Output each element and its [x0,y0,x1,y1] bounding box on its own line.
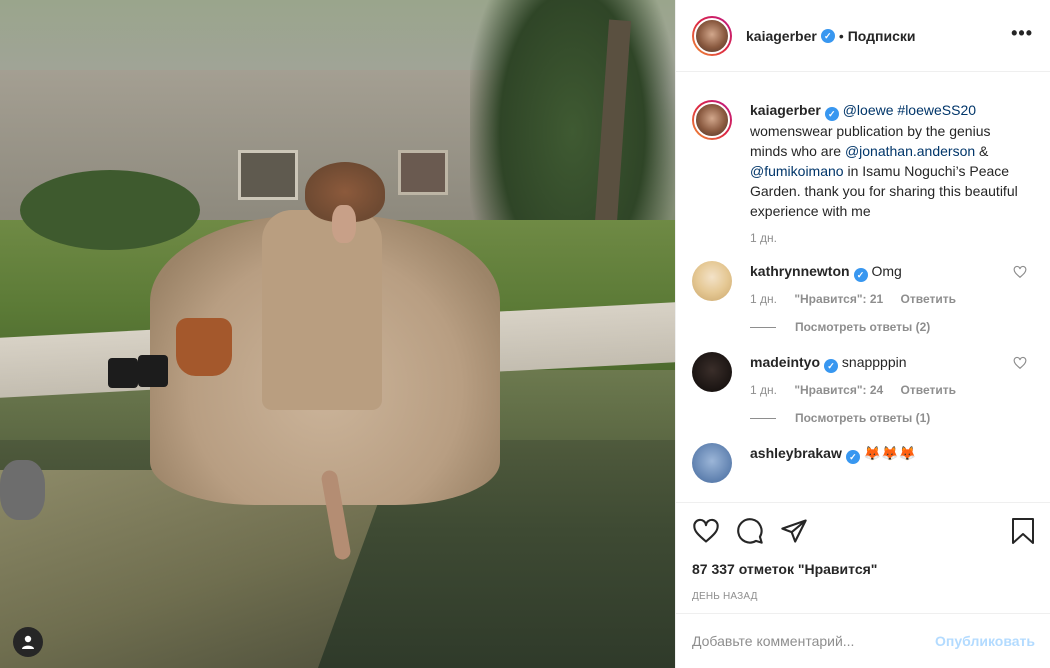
avatar[interactable] [692,261,732,301]
heart-icon[interactable] [692,517,720,545]
photo-rock [0,460,45,520]
comment-username[interactable]: kathrynnewton [750,263,850,279]
post-actions: 87 337 отметок "Нравится" ДЕНЬ НАЗАД [676,502,1050,617]
photo-shoe [108,358,138,388]
comment-text: madeintyo ✓ snappppin [750,352,1020,373]
view-replies-label: Посмотреть ответы (2) [795,320,931,334]
verified-icon: ✓ [853,268,868,282]
mention-link[interactable]: @fumikoimano [750,163,844,179]
share-icon[interactable] [780,517,808,545]
caption-meta: 1 дн. [750,231,1020,245]
comment-meta: 1 дн. "Нравится": 24 Ответить [750,383,1020,397]
post-photo[interactable] [0,0,675,668]
timestamp[interactable]: 1 дн. [750,292,777,306]
avatar[interactable] [692,443,732,483]
mention-link[interactable]: @jonathan.anderson [845,143,975,159]
comment-body: Omg [871,263,902,279]
header-separator: • [838,27,844,44]
comment-username[interactable]: madeintyo [750,354,820,370]
user-icon [22,635,34,649]
post-sidebar: kaiagerber ✓ • Подписки ••• kaiagerber ✓ … [675,0,1050,668]
verified-icon: ✓ [820,28,835,43]
tagged-user-icon[interactable] [13,627,43,657]
comments-list[interactable]: kaiagerber ✓ @loewe #loeweSS20 womenswear… [676,72,1050,502]
post-date[interactable]: ДЕНЬ НАЗАД [692,591,1035,602]
header-username[interactable]: kaiagerber [746,28,817,44]
comment-item: kathrynnewton ✓ Omg 1 дн. "Нравится": 21 … [692,261,1035,334]
photo-window [398,150,448,195]
comment-icon[interactable] [736,517,764,545]
timestamp[interactable]: 1 дн. [750,231,777,245]
photo-shoe [138,355,168,387]
comment-item: madeintyo ✓ snappppin 1 дн. "Нравится": 2… [692,352,1035,425]
likes-count[interactable]: "Нравится": 21 [794,292,883,306]
comment-like-icon[interactable] [1013,265,1027,279]
photo-bag [176,318,232,376]
likes-count[interactable]: "Нравится": 24 [794,383,883,397]
avatar[interactable] [692,100,732,140]
post-header: kaiagerber ✓ • Подписки ••• [676,0,1050,72]
replies-divider [750,417,776,419]
hashtag-link[interactable]: #loeweSS20 [897,102,976,118]
verified-icon: ✓ [824,359,839,373]
publish-button[interactable]: Опубликовать [935,633,1035,649]
reply-button[interactable]: Ответить [901,383,956,397]
mention-link[interactable]: @loewe [843,102,894,118]
replies-divider [750,326,776,328]
view-replies-button[interactable]: Посмотреть ответы (1) [750,411,1020,425]
caption-text: kaiagerber ✓ @loewe #loeweSS20 womenswear… [750,100,1020,221]
view-replies-label: Посмотреть ответы (1) [795,411,931,425]
caption: kaiagerber ✓ @loewe #loeweSS20 womenswear… [692,100,1035,245]
reply-button[interactable]: Ответить [901,292,956,306]
avatar[interactable] [692,15,732,56]
verified-icon: ✓ [845,450,860,464]
comment-like-icon[interactable] [1013,356,1027,370]
photo-window [238,150,298,200]
caption-username[interactable]: kaiagerber [750,102,821,118]
caption-amp: & [979,143,989,159]
comment-item: ashleybrakaw ✓ 🦊🦊🦊 [692,443,1035,483]
photo-face [332,205,356,243]
comment-meta: 1 дн. "Нравится": 21 Ответить [750,292,1020,306]
comment-text: ashleybrakaw ✓ 🦊🦊🦊 [750,443,1020,464]
follow-status-button[interactable]: Подписки [848,28,916,44]
comment-body: 🦊🦊🦊 [863,445,917,461]
bookmark-icon[interactable] [1011,517,1035,545]
photo-coat-body [262,210,382,410]
verified-icon: ✓ [824,107,839,121]
comment-text: kathrynnewton ✓ Omg [750,261,1020,282]
comment-body: snappppin [841,354,907,370]
timestamp[interactable]: 1 дн. [750,383,777,397]
photo-bushes [20,170,200,250]
view-replies-button[interactable]: Посмотреть ответы (2) [750,320,1020,334]
comment-username[interactable]: ashleybrakaw [750,445,842,461]
comment-input[interactable] [692,633,936,649]
add-comment-bar: Опубликовать [676,613,1050,668]
avatar[interactable] [692,352,732,392]
more-options-icon[interactable]: ••• [1011,24,1033,42]
likes-total[interactable]: 87 337 отметок "Нравится" [692,561,1035,577]
